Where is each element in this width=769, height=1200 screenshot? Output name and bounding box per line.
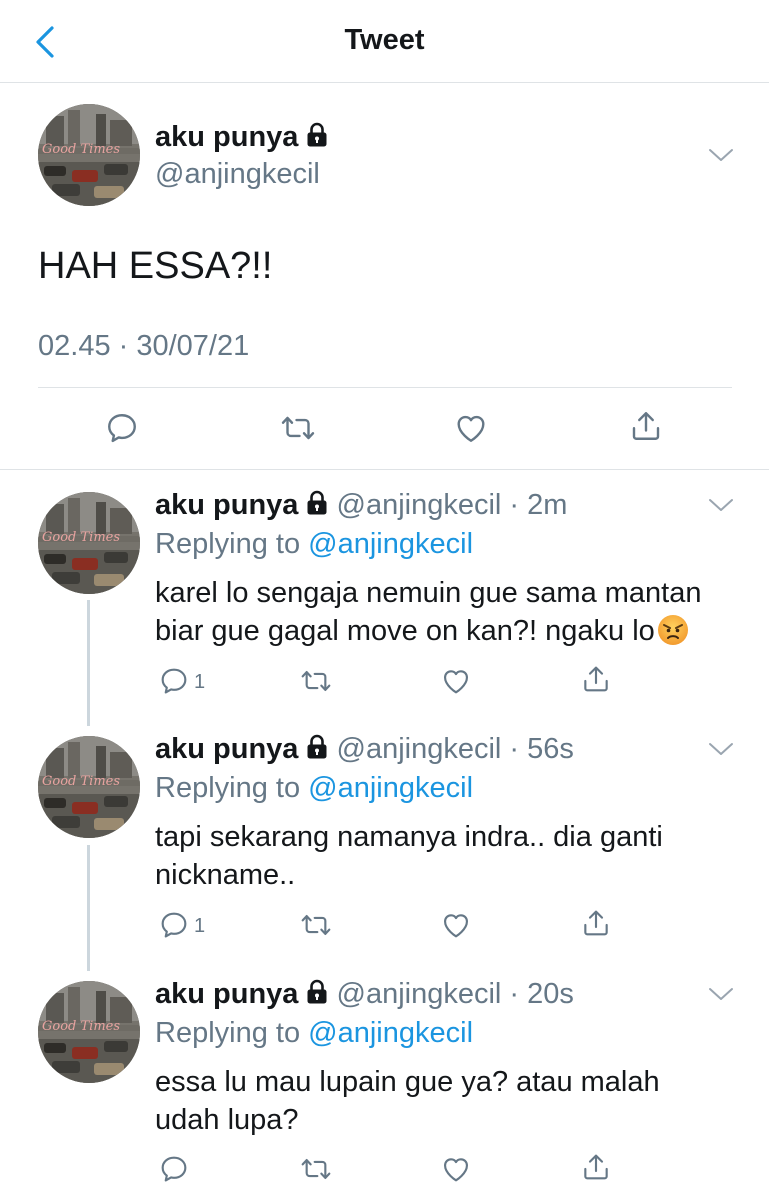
reply-text-line: tapi sekarang namanya indra.. dia ganti bbox=[155, 821, 663, 853]
avatar[interactable]: Good Times bbox=[38, 736, 140, 838]
chevron-down-icon[interactable] bbox=[708, 741, 734, 757]
mention-link[interactable]: @anjingkecil bbox=[308, 1017, 473, 1049]
retweet-icon[interactable] bbox=[300, 1153, 332, 1185]
reply-count: 1 bbox=[194, 671, 206, 693]
avatar-caption: Good Times bbox=[42, 530, 121, 545]
reply-text-line: essa lu mau lupain gue ya? atau malah bbox=[155, 1066, 660, 1098]
separator: · bbox=[501, 733, 528, 765]
author-name: aku punya bbox=[155, 489, 299, 521]
author-name: aku punya bbox=[155, 978, 299, 1010]
reply-text: essa lu mau lupain gue ya? atau malah ud… bbox=[155, 1063, 745, 1139]
retweet-icon[interactable] bbox=[300, 665, 332, 697]
lock-icon bbox=[306, 979, 328, 1005]
avatar[interactable]: Good Times bbox=[38, 492, 140, 594]
lock-icon bbox=[306, 734, 328, 760]
reply-time: 2m bbox=[527, 489, 568, 521]
like-icon[interactable] bbox=[440, 665, 472, 697]
replying-to: Replying to @anjingkecil bbox=[155, 1017, 473, 1050]
author-name[interactable]: aku punya bbox=[155, 121, 328, 154]
share-icon[interactable] bbox=[580, 663, 612, 695]
tweet-timestamp: 02.45 · 30/07/21 bbox=[38, 330, 250, 362]
share-icon[interactable] bbox=[580, 1151, 612, 1183]
lock-icon bbox=[306, 490, 328, 516]
author-handle: @anjingkecil bbox=[336, 733, 502, 765]
reply-text-line: nickname.. bbox=[155, 859, 296, 891]
reply-text: tapi sekarang namanya indra.. dia ganti … bbox=[155, 818, 745, 894]
author-name: aku punya bbox=[155, 733, 299, 765]
avatar-caption: Good Times bbox=[42, 142, 121, 157]
reply-time: 56s bbox=[527, 733, 574, 765]
replying-to: Replying to @anjingkecil bbox=[155, 528, 473, 561]
angry-face-icon bbox=[657, 615, 688, 645]
reply-icon[interactable] bbox=[158, 665, 190, 697]
reply-header[interactable]: aku punya @anjingkecil · 2m bbox=[155, 489, 567, 522]
divider bbox=[38, 387, 732, 388]
thread-line bbox=[87, 600, 90, 726]
reply-time: 20s bbox=[527, 978, 574, 1010]
reply-icon[interactable] bbox=[104, 410, 140, 446]
avatar-caption: Good Times bbox=[42, 774, 121, 789]
share-icon[interactable] bbox=[628, 408, 664, 444]
reply-header[interactable]: aku punya @anjingkecil · 56s bbox=[155, 733, 574, 766]
like-icon[interactable] bbox=[440, 1153, 472, 1185]
share-icon[interactable] bbox=[580, 907, 612, 939]
top-bar: Tweet bbox=[0, 0, 769, 83]
separator: · bbox=[501, 978, 528, 1010]
avatar[interactable]: Good Times bbox=[38, 981, 140, 1083]
reply-text-line-content: biar gue gagal move on kan?! ngaku lo bbox=[155, 615, 655, 647]
thread-line bbox=[87, 845, 90, 971]
replying-to-label: Replying to bbox=[155, 772, 301, 804]
page-title: Tweet bbox=[344, 24, 425, 56]
reply-text: karel lo sengaja nemuin gue sama mantan … bbox=[155, 574, 745, 650]
reply-text-line: udah lupa? bbox=[155, 1104, 299, 1136]
chevron-down-icon[interactable] bbox=[708, 147, 734, 163]
reply-icon[interactable] bbox=[158, 1153, 190, 1185]
chevron-down-icon[interactable] bbox=[708, 986, 734, 1002]
retweet-icon[interactable] bbox=[280, 410, 316, 446]
author-handle[interactable]: @anjingkecil bbox=[155, 158, 320, 191]
separator: · bbox=[501, 489, 528, 521]
avatar[interactable]: Good Times bbox=[38, 104, 140, 206]
replying-to: Replying to @anjingkecil bbox=[155, 772, 473, 805]
author-handle: @anjingkecil bbox=[336, 978, 502, 1010]
like-icon[interactable] bbox=[440, 909, 472, 941]
replying-to-label: Replying to bbox=[155, 528, 301, 560]
avatar-caption: Good Times bbox=[42, 1019, 121, 1034]
reply-text-line: karel lo sengaja nemuin gue sama mantan bbox=[155, 577, 702, 609]
reply-icon[interactable] bbox=[158, 909, 190, 941]
tweet-text: HAH ESSA?!! bbox=[38, 245, 273, 287]
reply-text-line: biar gue gagal move on kan?! ngaku lo bbox=[155, 612, 745, 650]
mention-link[interactable]: @anjingkecil bbox=[308, 772, 473, 804]
like-icon[interactable] bbox=[453, 410, 489, 446]
retweet-icon[interactable] bbox=[300, 909, 332, 941]
lock-icon bbox=[306, 122, 328, 148]
divider bbox=[0, 469, 769, 470]
reply-count: 1 bbox=[194, 915, 206, 937]
chevron-down-icon[interactable] bbox=[708, 497, 734, 513]
reply-header[interactable]: aku punya @anjingkecil · 20s bbox=[155, 978, 574, 1011]
replying-to-label: Replying to bbox=[155, 1017, 301, 1049]
author-name-text: aku punya bbox=[155, 121, 299, 153]
mention-link[interactable]: @anjingkecil bbox=[308, 528, 473, 560]
author-handle: @anjingkecil bbox=[336, 489, 502, 521]
